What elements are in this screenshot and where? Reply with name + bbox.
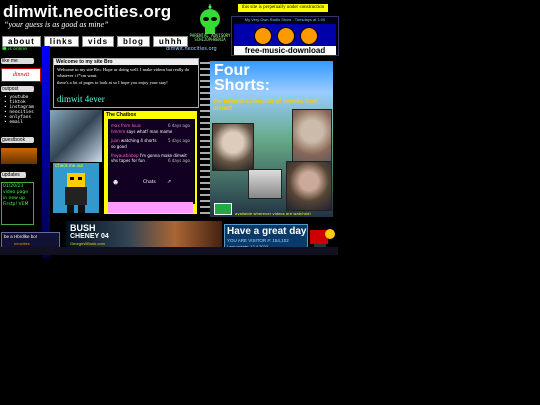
welcome-signature: dimwit 4ever xyxy=(57,94,105,104)
chat-messages[interactable]: max from louis 6 days ago hmmm says what… xyxy=(108,119,195,204)
chat-user[interactable]: juan xyxy=(111,138,120,143)
radio-title: My Very Own Radio Show - Tuesdays at 1:0… xyxy=(232,17,338,23)
short-thumb-3[interactable] xyxy=(248,169,282,199)
online-status: ☻ is online xyxy=(2,47,27,52)
ad-text: be a Hbrdlke bo! xyxy=(4,234,38,239)
shorts-footer: available wherever videos are watched! xyxy=(235,211,311,216)
site-tagline: “your guess is as good as mine” xyxy=(4,20,109,29)
visitor-number: YOU ARE VISITOR #: 154,102 xyxy=(227,238,289,243)
four-shorts-poster[interactable]: Four Shorts: the newest collection of mo… xyxy=(210,61,333,217)
short-thumb-1[interactable] xyxy=(212,123,254,171)
chat-message: juan watching 4 shorts 5 days ago xyxy=(111,138,191,143)
bush-cheney-banner[interactable]: BUSH CHENEY 04 GeorgeWBush.com xyxy=(66,221,222,247)
film-strip xyxy=(200,58,210,218)
chatbox: The Chatbox max from louis 6 days ago hm… xyxy=(104,111,197,214)
chat-text: watching 4 shorts xyxy=(120,138,157,143)
welcome-title: Welcome to my site Bro xyxy=(54,59,198,65)
welcome-line: there's a lot of pages to look at so I h… xyxy=(57,80,168,85)
chatbox-title: The Chatbox xyxy=(106,112,137,118)
parental-advisory-label: PARENTAL ADVISORY SCHIZOPHRENIA xyxy=(189,33,231,42)
visitor-counter: Have a great day YOU ARE VISITOR #: 154,… xyxy=(224,224,308,249)
construction-banner: this site is perpetually under construct… xyxy=(238,4,328,12)
site-logo[interactable]: dimwit.neocities.org xyxy=(3,2,171,22)
update-line: Firstp! VEM xyxy=(3,202,29,207)
check-me-out-panel[interactable]: Check me out xyxy=(53,163,99,213)
shorts-title-line: Shorts: xyxy=(214,77,270,94)
smiley-icon xyxy=(277,27,295,45)
chat-text: says what! man mame xyxy=(126,129,173,134)
chat-time: 5 days ago xyxy=(168,138,190,143)
check-me-out-label: Check me out xyxy=(55,163,83,168)
site-url: dimwit.neocities.org xyxy=(166,46,217,52)
chat-message: so good xyxy=(111,144,191,149)
free-music-download-link[interactable]: free-music-download xyxy=(234,46,336,55)
chat-time: 6 days ago xyxy=(168,123,190,128)
shorts-title-line: Four xyxy=(214,62,250,79)
nav-vids[interactable]: vids xyxy=(82,36,115,47)
blue-divider xyxy=(42,46,50,258)
ad-sub: neocities xyxy=(14,241,30,246)
greeting-text: Have a great day xyxy=(227,226,307,237)
expand-icon[interactable]: ↗ xyxy=(167,179,171,185)
chat-user[interactable]: hmmm xyxy=(111,129,125,134)
like-me-button[interactable]: like me xyxy=(1,58,34,64)
character-icon xyxy=(65,173,87,213)
updates-label: updates xyxy=(1,172,26,178)
outpost-email[interactable]: • email xyxy=(4,120,34,125)
chats-label[interactable]: Chats xyxy=(143,180,156,185)
room-photo xyxy=(50,110,102,162)
outpost-list: • youtube • tiktok • instagram • neociti… xyxy=(4,95,34,125)
welcome-body: Welcome to my site Bro. Hope ur doing we… xyxy=(57,67,195,86)
welcome-line: Welcome to my site Bro. Hope ur doing we… xyxy=(57,67,190,78)
smiley-icon xyxy=(254,27,272,45)
chat-time: 6 days ago xyxy=(168,158,190,163)
bush-title: BUSH xyxy=(70,223,96,233)
neocities-ad[interactable]: be a Hbrdlke bo! neocities xyxy=(1,232,60,248)
short-thumb-4[interactable] xyxy=(286,161,332,211)
smiley-icon xyxy=(300,27,318,45)
bottom-strip xyxy=(0,247,338,255)
dimwit-stamp[interactable]: dimwit xyxy=(1,68,41,82)
welcome-panel: Welcome to my site Bro Welcome to my sit… xyxy=(53,58,199,108)
chat-input[interactable] xyxy=(108,202,193,213)
mascot-icon xyxy=(310,229,335,247)
guestbook-button[interactable]: guestbook xyxy=(1,137,34,143)
chat-message: freyaustinbop I'm gonna make dimwit vhs … xyxy=(111,153,191,163)
bush-subtitle: CHENEY 04 xyxy=(70,233,109,240)
shorts-title: Four Shorts: xyxy=(214,62,270,94)
chat-text: so good xyxy=(111,144,127,149)
sidebar: ☻ is online like me dimwit outpost • you… xyxy=(0,46,41,258)
chat-message: hmmm says what! man mame xyxy=(111,129,191,134)
updates-box: 01/20/23 video page in new up Firstp! VE… xyxy=(1,182,34,225)
bush-url: GeorgeWBush.com xyxy=(70,241,105,246)
nav-blog[interactable]: blog xyxy=(117,36,150,47)
outpost-label: outpost xyxy=(1,86,34,92)
radio-show-banner[interactable]: My Very Own Radio Show - Tuesdays at 1:0… xyxy=(231,16,339,56)
alien-logo-icon xyxy=(214,203,232,215)
chat-message: max from louis 6 days ago xyxy=(111,123,191,128)
user-icon[interactable]: ☻ xyxy=(113,180,118,186)
radio-faces xyxy=(234,24,336,48)
chat-user[interactable]: max from louis xyxy=(111,123,141,128)
guestbook-image[interactable] xyxy=(1,148,37,164)
